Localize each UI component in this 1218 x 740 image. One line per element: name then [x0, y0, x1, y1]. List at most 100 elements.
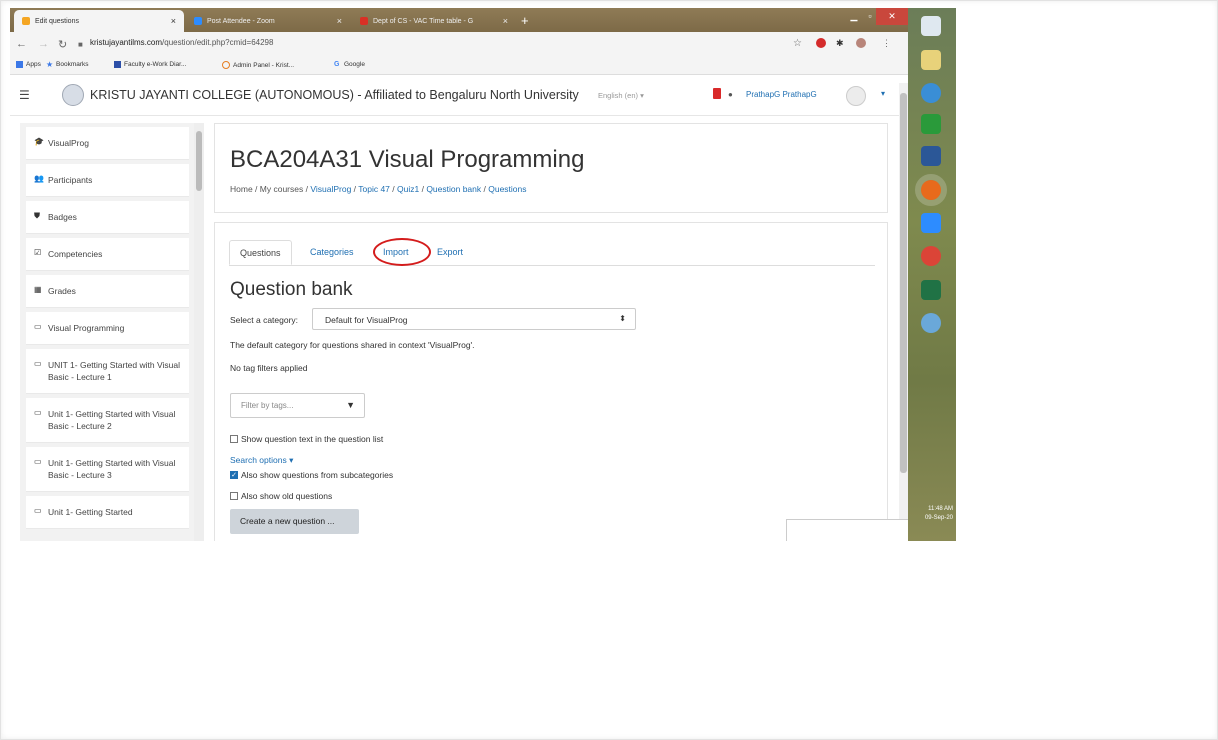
- tab-edit-questions[interactable]: Edit questions ×: [14, 10, 184, 32]
- sidebar-item-visualprog[interactable]: 🎓 VisualProg: [26, 127, 189, 160]
- checkbox-box[interactable]: [230, 492, 238, 500]
- select-arrows-icon: ⬍: [619, 314, 626, 323]
- bookmark-apps[interactable]: Apps: [16, 61, 41, 68]
- zoom-icon[interactable]: [921, 213, 941, 233]
- checkbox-label: Also show questions from subcategories: [241, 470, 394, 480]
- tab-categories[interactable]: Categories: [300, 240, 364, 265]
- tab-export[interactable]: Export: [427, 240, 473, 265]
- url-field[interactable]: kristujayantilms.com/question/edit.php?c…: [90, 38, 273, 47]
- google-icon: G: [334, 61, 340, 68]
- sidebar-item-label: Participants: [48, 175, 93, 185]
- tab-label: Post Attendee - Zoom: [207, 17, 275, 25]
- sidebar-scrollbar[interactable]: [194, 123, 204, 541]
- new-tab-button[interactable]: +: [521, 13, 529, 28]
- sidebar-item-unit1-partial[interactable]: ▭ Unit 1- Getting Started: [26, 496, 189, 529]
- moodle-favicon-icon: [22, 17, 30, 25]
- sidebar-item-participants[interactable]: 👥 Participants: [26, 164, 189, 197]
- internet-explorer-icon[interactable]: [921, 83, 941, 103]
- reload-icon[interactable]: ↻: [58, 38, 67, 51]
- circle-icon: [222, 61, 230, 69]
- user-name[interactable]: PrathapG PrathapG: [746, 90, 817, 99]
- back-icon[interactable]: ←: [16, 38, 27, 50]
- graduation-cap-icon: 🎓: [34, 137, 44, 146]
- site-name[interactable]: KRISTU JAYANTI COLLEGE (AUTONOMOUS) - Af…: [90, 88, 579, 102]
- checkbox-checked[interactable]: ✓: [230, 471, 238, 479]
- tab-close-icon[interactable]: ×: [503, 16, 508, 26]
- adblock-extension-icon[interactable]: [816, 38, 826, 48]
- show-question-text-checkbox[interactable]: Show question text in the question list: [230, 434, 383, 444]
- breadcrumb-home[interactable]: Home: [230, 184, 253, 194]
- breadcrumb-visualprog[interactable]: VisualProg: [310, 184, 351, 194]
- checkbox-label: Also show old questions: [241, 491, 333, 501]
- language-menu[interactable]: English (en) ▾: [598, 91, 644, 100]
- breadcrumb-question-bank[interactable]: Question bank: [426, 184, 481, 194]
- sidebar-item-label: VisualProg: [48, 138, 89, 148]
- messages-icon[interactable]: ●: [728, 90, 733, 99]
- user-menu-caret-icon[interactable]: ▾: [881, 89, 885, 98]
- chrome-icon[interactable]: [921, 246, 941, 266]
- search-options-link[interactable]: Search options ▾: [230, 455, 293, 466]
- tab-questions[interactable]: Questions: [229, 240, 292, 265]
- menu-dots-icon[interactable]: ⋮: [882, 38, 891, 49]
- hamburger-menu-icon[interactable]: ☰: [19, 88, 30, 102]
- sidebar-item-badges[interactable]: ⛊ Badges: [26, 201, 189, 234]
- bookmark-google[interactable]: G Google: [334, 61, 365, 68]
- zoom-mini-window[interactable]: [786, 519, 910, 541]
- table-icon: ▦: [34, 285, 42, 294]
- minimize-icon[interactable]: ▁: [843, 8, 865, 25]
- extensions-puzzle-icon[interactable]: ✱: [836, 38, 844, 49]
- category-select-value: Default for VisualProg: [325, 315, 408, 325]
- moodle-navbar: ☰ KRISTU JAYANTI COLLEGE (AUTONOMOUS) - …: [10, 75, 908, 116]
- page-scrollbar[interactable]: [899, 83, 908, 541]
- windows-start-icon[interactable]: [921, 16, 941, 36]
- paint-icon[interactable]: [921, 313, 941, 333]
- red-annotation-circle: [373, 238, 431, 266]
- lock-icon: ■: [78, 40, 83, 49]
- system-clock[interactable]: 11:48 AM 09-Sep-20: [908, 505, 956, 523]
- tag-filter-input[interactable]: Filter by tags... ▼: [230, 393, 365, 418]
- sidebar-item-unit1-lecture2[interactable]: ▭ Unit 1- Getting Started with Visual Bas…: [26, 398, 189, 443]
- breadcrumb-topic[interactable]: Topic 47: [358, 184, 390, 194]
- breadcrumb-questions[interactable]: Questions: [488, 184, 526, 194]
- breadcrumb: Home / My courses / VisualProg / Topic 4…: [230, 184, 527, 194]
- bookmark-faculty[interactable]: Faculty e-Work Diar...: [114, 61, 186, 68]
- profile-icon[interactable]: [856, 38, 866, 48]
- college-logo[interactable]: [62, 84, 84, 106]
- file-explorer-icon[interactable]: [921, 50, 941, 70]
- close-window-icon[interactable]: ✕: [876, 8, 908, 25]
- user-avatar[interactable]: [846, 86, 866, 106]
- users-icon: 👥: [34, 174, 44, 183]
- tab-close-icon[interactable]: ×: [337, 16, 342, 26]
- bookmark-bookmarks[interactable]: ★ Bookmarks: [46, 61, 89, 69]
- create-new-question-button[interactable]: Create a new question ...: [230, 509, 359, 534]
- tab-gmail[interactable]: Dept of CS - VAC Time table - G ×: [352, 10, 516, 32]
- sidebar-item-unit1-lecture3[interactable]: ▭ Unit 1- Getting Started with Visual Bas…: [26, 447, 189, 492]
- scrollbar-thumb[interactable]: [196, 131, 202, 191]
- notification-bell-icon[interactable]: [713, 88, 721, 99]
- forward-icon[interactable]: →: [38, 38, 49, 50]
- clock-date: 09-Sep-20: [924, 515, 953, 521]
- folder-icon: ▭: [34, 506, 42, 515]
- subcategories-checkbox[interactable]: ✓ Also show questions from subcategories: [230, 470, 393, 480]
- scrollbar-thumb[interactable]: [900, 93, 907, 473]
- sidebar-item-unit1-lecture1[interactable]: ▭ UNIT 1- Getting Started with Visual Bas…: [26, 349, 189, 394]
- tag-filter-placeholder: Filter by tags...: [241, 401, 294, 410]
- checkbox-box[interactable]: [230, 435, 238, 443]
- word-icon[interactable]: [921, 146, 941, 166]
- restore-icon[interactable]: ▫: [865, 8, 875, 25]
- star-icon[interactable]: ☆: [793, 38, 802, 49]
- sidebar-item-grades[interactable]: ▦ Grades: [26, 275, 189, 308]
- bookmark-admin[interactable]: Admin Panel - Krist...: [222, 61, 294, 69]
- tab-close-icon[interactable]: ×: [171, 16, 176, 26]
- caret-down-icon[interactable]: ▼: [346, 400, 355, 410]
- store-icon[interactable]: [921, 114, 941, 134]
- sidebar-item-competencies[interactable]: ☑ Competencies: [26, 238, 189, 271]
- excel-icon[interactable]: [921, 280, 941, 300]
- old-questions-checkbox[interactable]: Also show old questions: [230, 491, 332, 501]
- category-select[interactable]: Default for VisualProg ⬍: [312, 308, 636, 330]
- sidebar-item-visual-programming[interactable]: ▭ Visual Programming: [26, 312, 189, 345]
- breadcrumb-quiz[interactable]: Quiz1: [397, 184, 419, 194]
- tab-zoom[interactable]: Post Attendee - Zoom ×: [186, 10, 350, 32]
- breadcrumb-my-courses[interactable]: My courses: [260, 184, 303, 194]
- firefox-icon[interactable]: [915, 174, 947, 206]
